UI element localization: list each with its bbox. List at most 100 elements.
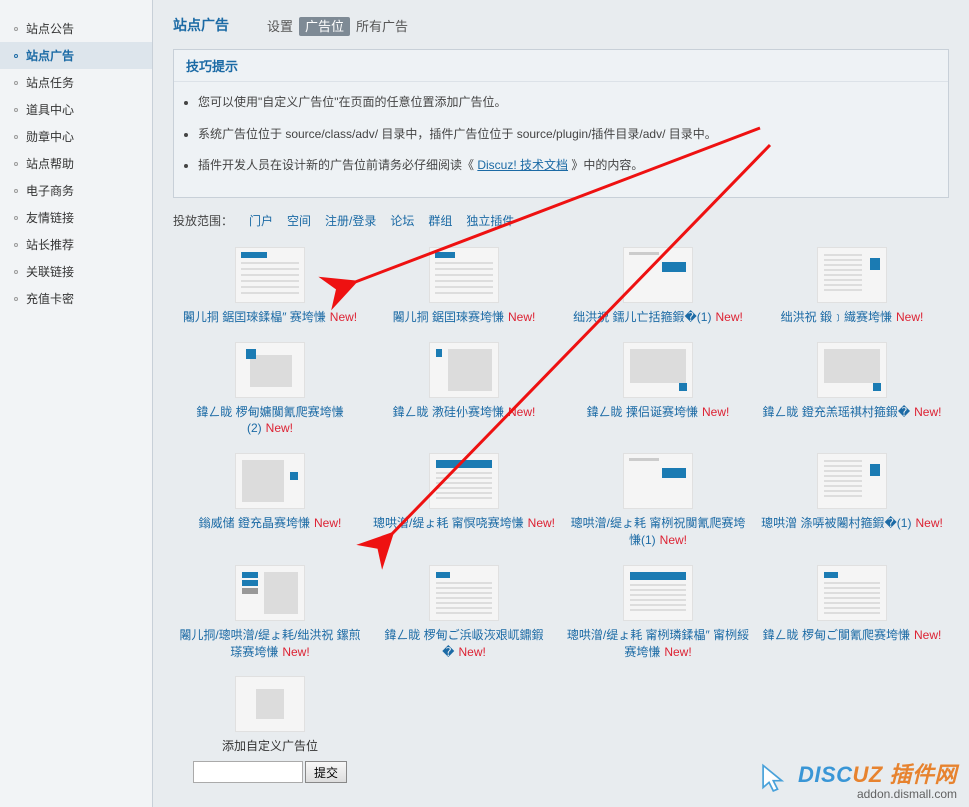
tab-2[interactable]: 所有广告 [350, 17, 414, 36]
tip-1: 系统广告位位于 source/class/adv/ 目录中，插件广告位位于 so… [198, 124, 924, 146]
sidebar-label: 勋章中心 [26, 128, 74, 145]
ad-link[interactable]: 闂儿挏 鋸囯琜鍒橸″ 赛垮慊 [183, 310, 326, 324]
new-badge: New! [914, 405, 941, 419]
ad-thumb[interactable] [429, 565, 499, 621]
ad-link[interactable]: 鎓威储 鐙充晶赛垮慊 [199, 516, 310, 530]
ad-thumb[interactable] [235, 453, 305, 509]
ad-thumb[interactable] [817, 247, 887, 303]
scope-link-0[interactable]: 门户 [249, 214, 273, 228]
new-badge: New! [330, 310, 357, 324]
ad-thumb[interactable] [235, 247, 305, 303]
ad-link[interactable]: 鍏ㄥ眬 鐙充羔瑶褀村箍鍜� [763, 405, 911, 419]
sidebar-label: 关联链接 [26, 263, 74, 280]
ad-thumb[interactable] [235, 565, 305, 621]
bullet-icon [14, 108, 18, 112]
tips-title: 技巧提示 [174, 50, 948, 82]
ad-thumb[interactable] [817, 453, 887, 509]
ad-thumb[interactable] [429, 453, 499, 509]
ad-link[interactable]: 璁哄潧/缇ょ耗 甯栵璘鍒橸″ 甯栵綏赛垮慊 [567, 628, 749, 659]
ad-thumb[interactable] [429, 247, 499, 303]
sidebar-item-8[interactable]: 站长推荐 [0, 231, 152, 258]
ad-thumb[interactable] [817, 342, 887, 398]
ad-thumb[interactable] [623, 247, 693, 303]
sidebar-item-6[interactable]: 电子商务 [0, 177, 152, 204]
sidebar-label: 站点任务 [26, 74, 74, 91]
ad-cell-6: 鍏ㄥ眬 搮侣诞赛垮慊New! [561, 336, 755, 448]
ad-link[interactable]: 绌洪祝 鍛﹞繊赛垮慊 [781, 310, 892, 324]
sidebar-item-0[interactable]: 站点公告 [0, 15, 152, 42]
tab-1[interactable]: 广告位 [299, 17, 350, 36]
ad-link[interactable]: 鍏ㄥ眬 搮侣诞赛垮慊 [587, 405, 698, 419]
scope-link-2[interactable]: 注册/登录 [325, 214, 376, 228]
bullet-icon [14, 270, 18, 274]
ad-link[interactable]: 闂儿挏/璁哄潧/缇ょ耗/绌洪祝 鏍煎瑹赛垮慊 [179, 628, 360, 659]
tips-list: 您可以使用"自定义广告位"在页面的任意位置添加广告位。系统广告位位于 sourc… [174, 82, 948, 197]
tab-0[interactable]: 设置 [261, 17, 299, 36]
ad-link[interactable]: 鍏ㄥ眬 椤甸ご闃氰爬赛垮慊 [763, 628, 910, 642]
sidebar-item-2[interactable]: 站点任务 [0, 69, 152, 96]
scope-link-4[interactable]: 群组 [428, 214, 452, 228]
sidebar-label: 站点广告 [26, 47, 74, 64]
sidebar-item-3[interactable]: 道具中心 [0, 96, 152, 123]
ad-cell-1: 闂儿挏 鋸囯琜赛垮慊New! [367, 241, 561, 336]
ad-link[interactable]: 璁哄潧/缇ょ耗 甯栵祝闃氰爬赛垮慊(1) [571, 516, 746, 547]
scope-row: 投放范围： 门户空间注册/登录论坛群组独立插件 [173, 204, 949, 241]
bullet-icon [14, 243, 18, 247]
ad-caption: 璁哄潧 涤哢被闂村箍鍜�(1) New! [759, 515, 945, 532]
ad-thumb[interactable] [429, 342, 499, 398]
ad-caption: 鍏ㄥ眬 鐙充羔瑶褀村箍鍜�New! [759, 404, 945, 421]
add-thumb [235, 676, 305, 732]
sidebar-label: 道具中心 [26, 101, 74, 118]
bullet-icon [14, 81, 18, 85]
scope-link-5[interactable]: 独立插件 [466, 214, 514, 228]
bullet-icon [14, 297, 18, 301]
new-badge: New! [915, 516, 942, 530]
sidebar-item-5[interactable]: 站点帮助 [0, 150, 152, 177]
ad-caption: 闂儿挏 鋸囯琜鍒橸″ 赛垮慊 New! [177, 309, 363, 326]
submit-button[interactable]: 提交 [305, 761, 347, 783]
ad-cell-8: 鎓威储 鐙充晶赛垮慊New! [173, 447, 367, 559]
ad-caption: 鍏ㄥ眬 漖硅仦赛垮慊New! [371, 404, 557, 421]
bullet-icon [14, 135, 18, 139]
ad-link[interactable]: 闂儿挏 鋸囯琜赛垮慊 [393, 310, 504, 324]
docs-link[interactable]: Discuz! 技术文档 [477, 158, 568, 172]
bullet-icon [14, 216, 18, 220]
sidebar-item-7[interactable]: 友情链接 [0, 204, 152, 231]
ad-caption: 绌洪祝 鑐儿亡括箍鍜�(1)New! [565, 309, 751, 326]
ad-thumb[interactable] [817, 565, 887, 621]
ad-caption: 闂儿挏 鋸囯琜赛垮慊New! [371, 309, 557, 326]
tip-2: 插件开发人员在设计新的广告位前请务必仔细阅读《 Discuz! 技术文档 》中的… [198, 155, 924, 177]
ad-cell-12: 闂儿挏/璁哄潧/缇ょ耗/绌洪祝 鏍煎瑹赛垮慊New! [173, 559, 367, 671]
sidebar-item-1[interactable]: 站点广告 [0, 42, 152, 69]
ad-cell-2: 绌洪祝 鑐儿亡括箍鍜�(1)New! [561, 241, 755, 336]
ad-link[interactable]: 绌洪祝 鑐儿亡括箍鍜�(1) [573, 310, 711, 324]
sidebar: 站点公告站点广告站点任务道具中心勋章中心站点帮助电子商务友情链接站长推荐关联链接… [0, 0, 153, 807]
ad-thumb[interactable] [623, 453, 693, 509]
scope-link-1[interactable]: 空间 [287, 214, 311, 228]
ad-thumb[interactable] [235, 342, 305, 398]
ad-cell-3: 绌洪祝 鍛﹞繊赛垮慊New! [755, 241, 949, 336]
scope-link-3[interactable]: 论坛 [390, 214, 414, 228]
sidebar-label: 友情链接 [26, 209, 74, 226]
sidebar-item-9[interactable]: 关联链接 [0, 258, 152, 285]
ad-cell-4: 鍏ㄥ眬 椤甸嫞闃氰爬赛垮慊(2)New! [173, 336, 367, 448]
ad-cell-13: 鍏ㄥ眬 椤甸ご浜岋洃艰屼鐤鍜�New! [367, 559, 561, 671]
ad-caption: 璁哄潧/缇ょ耗 甯栵祝闃氰爬赛垮慊(1)New! [565, 515, 751, 549]
ad-thumb[interactable] [623, 565, 693, 621]
add-input[interactable] [193, 761, 303, 783]
new-badge: New! [528, 516, 555, 530]
tab-bar: 站点广告 设置广告位所有广告 [173, 15, 949, 35]
ad-link[interactable]: 璁哄潧 涤哢被闂村箍鍜�(1) [761, 516, 911, 530]
ad-link[interactable]: 璁哄潧/缇ょ耗 甯慏哓赛垮慊 [373, 516, 524, 530]
tips-box: 技巧提示 您可以使用"自定义广告位"在页面的任意位置添加广告位。系统广告位位于 … [173, 49, 949, 198]
new-badge: New! [266, 421, 293, 435]
ad-caption: 鍏ㄥ眬 椤甸ご浜岋洃艰屼鐤鍜�New! [371, 627, 557, 661]
sidebar-item-4[interactable]: 勋章中心 [0, 123, 152, 150]
ad-cell-11: 璁哄潧 涤哢被闂村箍鍜�(1) New! [755, 447, 949, 559]
ad-caption: 鍏ㄥ眬 椤甸ご闃氰爬赛垮慊New! [759, 627, 945, 644]
main-content: 站点广告 设置广告位所有广告 技巧提示 您可以使用"自定义广告位"在页面的任意位… [153, 0, 969, 807]
sidebar-item-10[interactable]: 充值卡密 [0, 285, 152, 312]
ad-thumb[interactable] [623, 342, 693, 398]
tip-0: 您可以使用"自定义广告位"在页面的任意位置添加广告位。 [198, 92, 924, 114]
ad-link[interactable]: 鍏ㄥ眬 漖硅仦赛垮慊 [393, 405, 504, 419]
